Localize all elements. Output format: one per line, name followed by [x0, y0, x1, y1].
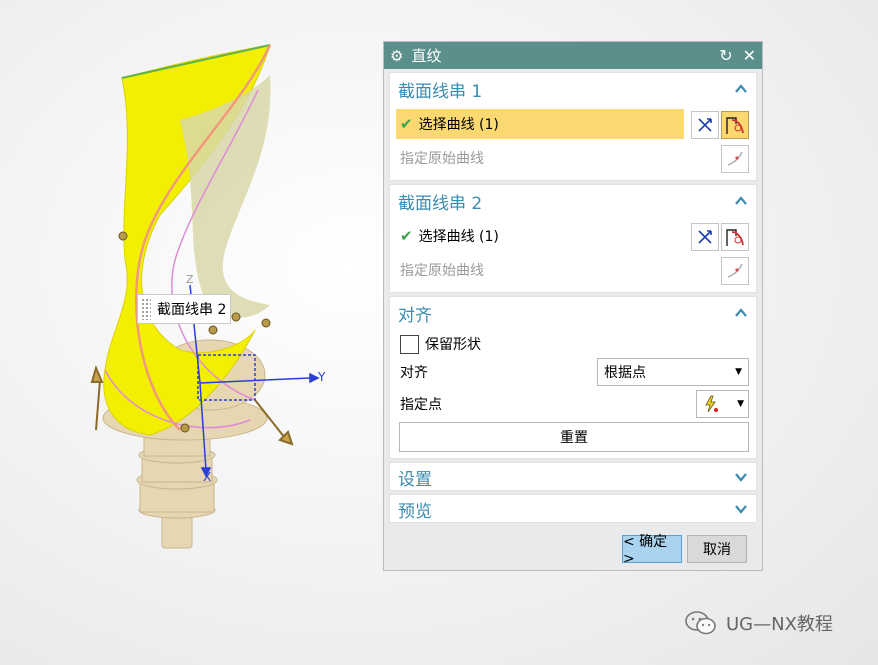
specify-origin-row-1: 指定原始曲线: [396, 143, 750, 173]
reverse-direction-icon: [698, 230, 712, 244]
select-curve-row-1[interactable]: ✔ 选择曲线 (1): [396, 109, 684, 139]
section-string-2-title: 截面线串 2: [398, 193, 483, 214]
point-dialog-select[interactable]: ▼: [696, 390, 749, 418]
section-string-2-group: 截面线串 2 ✔ 选择曲线 (1) 指定原始曲线: [389, 184, 757, 293]
axis-x-label: X: [203, 470, 211, 484]
chevron-up-icon[interactable]: [734, 194, 748, 208]
section-string-1-group: 截面线串 1 ✔ 选择曲线 (1) 指定原始曲线: [389, 72, 757, 181]
dropdown-arrow-icon: ▼: [735, 367, 742, 377]
specify-origin-row-2: 指定原始曲线: [396, 255, 750, 285]
reset-dialog-icon[interactable]: ↻: [719, 46, 732, 65]
chevron-up-icon[interactable]: [734, 82, 748, 96]
origin-curve-icon: [727, 151, 743, 166]
alignment-group: 对齐 保留形状 对齐 根据点 ▼ 指定点 ▼ 重置: [389, 296, 757, 459]
settings-header[interactable]: 设置: [390, 463, 756, 491]
curve-select-button-1[interactable]: [721, 111, 749, 139]
reset-button[interactable]: 重置: [399, 422, 749, 452]
gear-icon[interactable]: ⚙: [390, 47, 403, 65]
section-string-2-tooltip: 截面线串 2: [137, 294, 231, 324]
check-icon: ✔: [400, 227, 413, 245]
origin-curve-icon: [727, 263, 743, 278]
watermark: UG—NX教程: [684, 610, 833, 636]
chevron-down-icon[interactable]: [734, 470, 748, 484]
dropdown-arrow-icon: ▼: [737, 399, 744, 409]
cancel-button-label: 取消: [703, 542, 731, 558]
align-label: 对齐: [400, 365, 428, 381]
align-method-value: 根据点: [604, 365, 646, 381]
align-method-select[interactable]: 根据点 ▼: [597, 358, 749, 386]
axis-y-label: Y: [317, 370, 326, 384]
dialog-title: 直纹: [411, 47, 442, 65]
ok-button-label: < 确定 >: [623, 534, 668, 567]
origin-curve-button-1[interactable]: [721, 145, 749, 173]
axis-z-label: Z: [186, 273, 194, 286]
preview-header[interactable]: 预览: [390, 495, 756, 523]
select-curve-label-2: 选择曲线 (1): [418, 229, 499, 245]
keep-shape-label: 保留形状: [425, 337, 481, 353]
alignment-header[interactable]: 对齐: [390, 297, 756, 329]
curve-icon: [726, 229, 744, 246]
ruled-dialog: ⚙ 直纹 ↻ ✕ 截面线串 1 ✔ 选择曲线 (1) 指定原始曲线 截面线串 2: [383, 41, 763, 571]
curve-icon: [726, 117, 744, 134]
chevron-down-icon[interactable]: [734, 502, 748, 516]
wechat-icon: [685, 611, 716, 635]
select-curve-label-1: 选择曲线 (1): [418, 117, 499, 133]
check-icon: ✔: [400, 115, 413, 133]
origin-curve-button-2[interactable]: [721, 257, 749, 285]
specify-origin-label-1: 指定原始曲线: [400, 151, 484, 167]
section-string-1-title: 截面线串 1: [398, 81, 483, 102]
reverse-direction-button-1[interactable]: [691, 111, 719, 139]
section-string-2-header[interactable]: 截面线串 2: [390, 185, 756, 217]
dialog-titlebar[interactable]: ⚙ 直纹 ↻ ✕: [384, 42, 762, 69]
tooltip-text: 截面线串 2: [157, 302, 227, 318]
section-string-1-header[interactable]: 截面线串 1: [390, 73, 756, 105]
chevron-up-icon[interactable]: [734, 306, 748, 320]
watermark-text: UG—NX教程: [726, 614, 833, 635]
settings-group[interactable]: 设置: [389, 462, 757, 491]
alignment-title: 对齐: [398, 305, 432, 326]
reverse-direction-button-2[interactable]: [691, 223, 719, 251]
curve-select-button-2[interactable]: [721, 223, 749, 251]
specify-point-label: 指定点: [400, 397, 442, 413]
ok-button[interactable]: < 确定 >: [622, 534, 682, 567]
keep-shape-checkbox[interactable]: [400, 334, 419, 354]
close-icon[interactable]: ✕: [743, 46, 756, 65]
cancel-button[interactable]: 取消: [687, 535, 747, 563]
preview-group[interactable]: 预览: [389, 494, 757, 523]
tooltip-grip: [141, 298, 151, 320]
preview-title: 预览: [398, 501, 432, 522]
point-inference-icon: [705, 395, 718, 413]
reset-button-label: 重置: [560, 430, 588, 446]
settings-title: 设置: [398, 469, 432, 490]
reverse-direction-icon: [698, 118, 712, 132]
specify-origin-label-2: 指定原始曲线: [400, 263, 484, 279]
keep-shape-row[interactable]: 保留形状: [396, 329, 750, 359]
